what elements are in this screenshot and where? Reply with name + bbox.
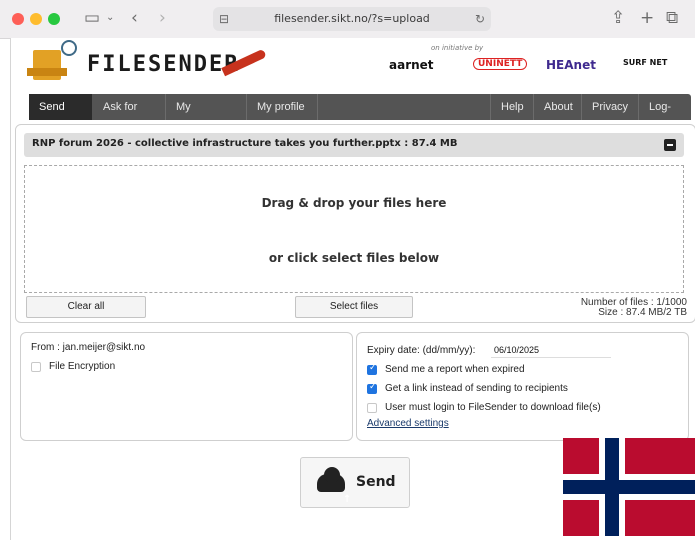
file-encryption-label: File Encryption — [49, 361, 116, 372]
report-expired-checkbox[interactable] — [367, 363, 377, 375]
nav-log-off[interactable]: Log-off — [639, 94, 691, 139]
file-list-item: RNP forum 2026 - collective infrastructu… — [24, 133, 684, 157]
logo-icon — [27, 50, 67, 80]
partner-heanet[interactable]: HEAnet — [546, 58, 596, 72]
select-files-button[interactable]: Select files — [295, 296, 413, 318]
norway-flag-icon — [563, 438, 695, 536]
file-counts: Number of files : 1/1000 Size : 87.4 MB/… — [581, 298, 687, 318]
expiry-date-input[interactable] — [491, 343, 611, 358]
minimize-window-button[interactable] — [30, 13, 42, 25]
send-button[interactable]: ↑ Send — [300, 457, 410, 508]
chevron-down-icon[interactable]: ⌄ — [106, 8, 114, 28]
expiry-label: Expiry date: (dd/mm/yy): — [367, 345, 476, 356]
login-required-label: User must login to FileSender to downloa… — [385, 402, 601, 413]
clear-all-button[interactable]: Clear all — [26, 296, 146, 318]
upload-panel: RNP forum 2026 - collective infrastructu… — [15, 124, 695, 323]
new-tab-icon[interactable]: + — [640, 8, 654, 28]
advanced-settings-link[interactable]: Advanced settings — [367, 418, 449, 429]
click-select-text: or click select files below — [268, 251, 440, 265]
partner-surfnet[interactable]: SURF NET — [623, 58, 667, 67]
browser-toolbar: ▭ ⌄ ‹ › ⊟ filesender.sikt.no/?s=upload ↻… — [0, 0, 695, 39]
drag-drop-text: Drag & drop your files here — [261, 196, 447, 210]
logo-lens-icon — [61, 40, 77, 56]
from-label: From : jan.meijer@sikt.no — [31, 342, 146, 353]
remove-file-icon[interactable] — [664, 139, 676, 151]
site-header: FILESENDER on initiative by aarnet UNINE… — [11, 38, 695, 94]
logo-text: FILESENDER — [87, 52, 240, 77]
login-required-checkbox[interactable] — [367, 403, 377, 413]
sidebar-icon[interactable]: ▭ — [84, 8, 100, 28]
get-link-label: Get a link instead of sending to recipie… — [385, 383, 568, 394]
url-text: filesender.sikt.no/?s=upload — [274, 12, 430, 25]
total-size: Size : 87.4 MB/2 TB — [598, 307, 687, 318]
tab-send-files[interactable]: Send files — [29, 94, 92, 139]
reload-icon[interactable]: ↻ — [475, 9, 485, 29]
tab-overview-icon[interactable]: ⧉ — [666, 8, 678, 28]
zoom-window-button[interactable] — [48, 13, 60, 25]
cloud-upload-icon: ↑ — [317, 467, 351, 505]
address-bar[interactable]: ⊟ filesender.sikt.no/?s=upload ↻ — [213, 7, 491, 31]
tab-my-transfers[interactable]: My Transfers — [166, 94, 246, 139]
share-icon[interactable]: ⇪ — [611, 8, 625, 28]
back-icon[interactable]: ‹ — [131, 8, 138, 28]
close-window-button[interactable] — [12, 13, 24, 25]
nav-help[interactable]: Help — [491, 94, 533, 120]
tab-ask-for-files[interactable]: Ask for files — [93, 94, 165, 139]
main-nav: Send files Ask for files My Transfers My… — [29, 94, 691, 139]
nav-about[interactable]: About — [534, 94, 581, 120]
report-expired-label: Send me a report when expired — [385, 364, 525, 375]
nav-divider — [317, 94, 318, 120]
tab-my-profile[interactable]: My profile — [247, 94, 317, 120]
partner-uninett[interactable]: UNINETT — [473, 58, 528, 70]
from-panel: From : jan.meijer@sikt.no File Encryptio… — [20, 332, 353, 441]
file-encryption-checkbox[interactable] — [31, 362, 41, 372]
initiative-text: on initiative by — [431, 44, 484, 52]
forward-icon[interactable]: › — [159, 8, 166, 28]
options-panel: Expiry date: (dd/mm/yy): Send me a repor… — [356, 332, 689, 441]
drop-zone[interactable]: Drag & drop your files here or click sel… — [24, 165, 684, 293]
get-link-checkbox[interactable] — [367, 382, 377, 394]
partner-aarnet[interactable]: aarnet — [389, 58, 434, 72]
nav-privacy[interactable]: Privacy — [582, 94, 638, 120]
send-label: Send — [356, 474, 396, 490]
file-name: RNP forum 2026 - collective infrastructu… — [32, 138, 458, 149]
